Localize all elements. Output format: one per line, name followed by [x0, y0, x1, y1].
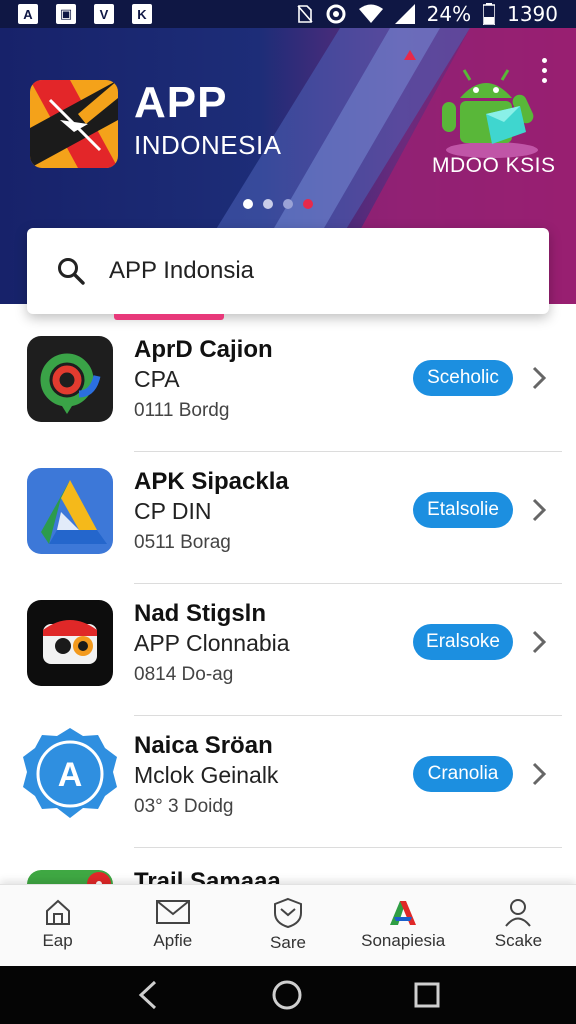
search-bar[interactable]	[27, 228, 549, 314]
chevron-right-icon[interactable]	[528, 496, 552, 524]
android-mascot-icon[interactable]	[430, 62, 540, 162]
home-circle-icon[interactable]	[271, 979, 303, 1011]
app-name: Naica Sröan	[134, 732, 273, 759]
app-name: AprD Cajion	[134, 336, 273, 363]
chevron-right-icon[interactable]	[528, 364, 552, 392]
app-meta: 0814 Do-ag	[134, 664, 234, 685]
system-nav-bar	[0, 966, 576, 1024]
nav-label: Sare	[270, 933, 306, 952]
app-meta: 03° 3 Doidg	[134, 796, 234, 817]
app-developer: CPA	[134, 366, 180, 392]
notification-icon: K	[132, 4, 152, 24]
app-action-button[interactable]: Etalsolie	[413, 492, 513, 528]
nav-label: Scake	[494, 931, 543, 950]
no-sim-icon	[297, 5, 313, 23]
signal-icon	[394, 4, 415, 24]
list-item[interactable]: AprD Cajion CPA 0111 Bordg Sceholic	[0, 320, 576, 452]
app-meta: 0111 Bordg	[134, 400, 230, 421]
drive-icon	[27, 468, 113, 554]
app-title: APP	[134, 78, 228, 127]
back-icon[interactable]	[135, 980, 161, 1010]
app-subtitle: INDONESIA	[134, 130, 282, 160]
home-icon	[45, 899, 70, 925]
sync-icon	[326, 4, 346, 24]
pager-dot[interactable]	[303, 199, 313, 209]
promo-label: MDOO KSIS	[432, 154, 556, 177]
recents-icon[interactable]	[413, 981, 441, 1009]
app-logo-icon	[390, 901, 417, 925]
notification-icon: ▣	[56, 4, 76, 24]
notification-icons: A ▣ V K	[18, 4, 152, 24]
wifi-icon	[358, 4, 383, 23]
carousel-pager	[243, 199, 313, 209]
battery-percent: 24%	[426, 2, 472, 26]
nav-label: Apfie	[153, 931, 193, 950]
owl-icon	[27, 600, 113, 686]
mail-icon	[155, 900, 190, 924]
clock: 1390	[507, 2, 558, 26]
nav-item-profile[interactable]: Scake	[461, 885, 576, 966]
app-meta: 0511 Borag	[134, 532, 231, 553]
search-input[interactable]	[109, 257, 489, 285]
bottom-nav: Eap Apfie Sare Sonapiesia Scake	[0, 884, 576, 966]
nav-item-indonesia[interactable]: Sonapiesia	[346, 885, 461, 966]
svg-text:A: A	[58, 756, 83, 794]
app-developer: Mclok Geinalk	[134, 762, 279, 788]
nav-item-share[interactable]: Sare	[230, 885, 345, 966]
notification-icon: V	[94, 4, 114, 24]
maps-pin-icon	[27, 336, 113, 422]
app-action-button[interactable]: Eralsoke	[413, 624, 513, 660]
status-bar: A ▣ V K 24% 1390	[0, 0, 576, 28]
pager-dot[interactable]	[283, 199, 293, 209]
app-list: AprD Cajion CPA 0111 Bordg Sceholic APK …	[0, 320, 576, 980]
app-logo	[30, 80, 118, 168]
list-item[interactable]: Nad Stigsln APP Clonnabia 0814 Do-ag Era…	[0, 584, 576, 716]
app-name: APK Sipackla	[134, 468, 289, 495]
app-action-button[interactable]: Sceholic	[413, 360, 513, 396]
chevron-right-icon[interactable]	[528, 628, 552, 656]
pager-dot[interactable]	[263, 199, 273, 209]
shield-icon	[274, 897, 302, 929]
app-name: Nad Stigsln	[134, 600, 267, 627]
badge-a-icon: A	[21, 726, 119, 824]
battery-icon	[483, 3, 496, 25]
person-icon	[505, 899, 532, 927]
notification-icon: A	[18, 4, 38, 24]
list-item[interactable]: A Naica Sröan Mclok Geinalk 03° 3 Doidg …	[0, 716, 576, 848]
app-developer: CP DIN	[134, 498, 212, 524]
app-action-button[interactable]: Cranolia	[413, 756, 513, 792]
search-icon	[58, 258, 85, 285]
nav-item-mail[interactable]: Apfie	[115, 885, 230, 966]
nav-item-home[interactable]: Eap	[0, 885, 115, 966]
chevron-right-icon[interactable]	[528, 760, 552, 788]
nav-label: Eap	[42, 931, 73, 950]
pager-dot[interactable]	[243, 199, 253, 209]
app-developer: APP Clonnabia	[134, 630, 290, 656]
list-item[interactable]: APK Sipackla CP DIN 0511 Borag Etalsolie	[0, 452, 576, 584]
nav-label: Sonapiesia	[361, 931, 446, 950]
